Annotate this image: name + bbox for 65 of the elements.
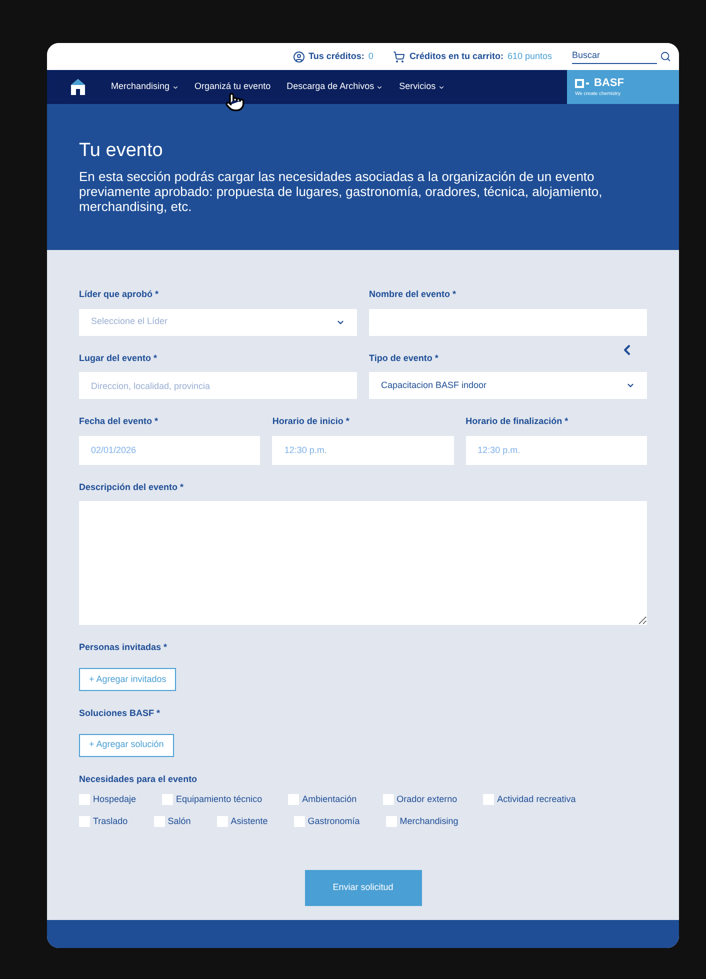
cart-label: Créditos en tu carrito: <box>409 50 504 63</box>
caret-icon <box>376 84 384 90</box>
nav-link[interactable]: Descarga de Archivos <box>286 80 384 94</box>
logo-text: BASF <box>594 78 624 88</box>
checkbox-label: Asistente <box>230 814 268 828</box>
select-value: Seleccione el Líder <box>91 315 168 328</box>
hero-title: Tu evento <box>79 141 164 160</box>
field-label: Soluciones BASF * <box>79 706 162 720</box>
date-field[interactable]: 02/01/2026 <box>79 436 260 464</box>
dropdown-caret-icon <box>626 381 635 390</box>
checkbox-label: Merchandising <box>400 814 458 828</box>
nav-link[interactable]: Merchandising <box>111 80 179 94</box>
checkbox[interactable] <box>294 816 305 827</box>
select-field[interactable]: Capacitacion BASF indoor <box>369 372 647 399</box>
hero-description: En esta sección podrás cargar las necesidades asociadas a la organización de un evento previamente aprobado: propuesta de lugares, gastronomía, oradores, técnica, alojamiento, merchandising, etc. <box>79 169 604 214</box>
textarea-field[interactable] <box>79 501 647 625</box>
field-label: Horario de inicio * <box>272 415 350 428</box>
time-field[interactable]: 12:30 p.m. <box>272 436 454 464</box>
checkbox-label: Salón <box>168 814 191 828</box>
checkbox-label: Hospedaje <box>93 793 136 806</box>
select-value: Capacitacion BASF indoor <box>381 378 487 392</box>
select-field[interactable]: Seleccione el Líder <box>79 308 357 336</box>
home-icon[interactable] <box>69 78 87 96</box>
time-field[interactable]: 12:30 p.m. <box>466 436 647 464</box>
input-field[interactable]: Direccion, localidad, provincia <box>79 372 357 399</box>
checkbox[interactable] <box>79 816 90 827</box>
search-icon[interactable] <box>660 51 671 62</box>
checkbox-label: Gastronomía <box>308 814 360 828</box>
caret-icon <box>172 84 179 90</box>
input-field[interactable] <box>369 308 647 336</box>
field-label: Horario de finalización * <box>466 415 570 428</box>
checkbox-label: Traslado <box>93 814 128 828</box>
field-label: Necesidades para el evento <box>79 772 198 786</box>
credits-label: Tus créditos: <box>308 50 364 63</box>
cart-icon <box>393 50 406 62</box>
search-field[interactable]: Buscar <box>572 49 657 64</box>
add-button[interactable]: + Agregar invitados <box>79 668 176 691</box>
submit-button[interactable]: Enviar solicitud <box>304 870 422 906</box>
caret-icon <box>438 84 445 90</box>
checkbox-label: Ambientación <box>302 793 357 806</box>
field-label: Líder que aprobó * <box>79 288 160 301</box>
checkbox[interactable] <box>288 794 300 806</box>
field-label: Lugar del evento * <box>79 352 158 365</box>
checkbox[interactable] <box>79 794 90 806</box>
checkbox[interactable] <box>382 794 394 806</box>
checkbox[interactable] <box>154 816 165 827</box>
field-label: Nombre del evento * <box>369 288 458 301</box>
checkbox[interactable] <box>216 816 228 827</box>
field-label: Fecha del evento * <box>79 415 160 428</box>
checkbox[interactable] <box>162 794 174 806</box>
checkbox-label: Equipamiento técnico <box>176 793 262 806</box>
field-label: Descripción del evento * <box>79 480 185 494</box>
field-label: Personas invitadas * <box>79 641 168 654</box>
nav-link[interactable]: Servicios <box>399 80 445 94</box>
logo-square-icon <box>575 78 591 88</box>
checkbox[interactable] <box>483 794 494 806</box>
user-icon <box>292 50 305 62</box>
field-label: Tipo de evento * <box>369 352 440 365</box>
cart-value: 610 puntos <box>507 50 552 63</box>
checkbox[interactable] <box>386 816 397 827</box>
nav-link[interactable]: Organizá tu evento <box>194 80 271 94</box>
checkbox-label: Orador externo <box>396 793 458 806</box>
add-button[interactable]: + Agregar solución <box>79 734 174 756</box>
credits-value: 0 <box>368 50 374 63</box>
checkbox-label: Actividad recreativa <box>497 793 576 806</box>
